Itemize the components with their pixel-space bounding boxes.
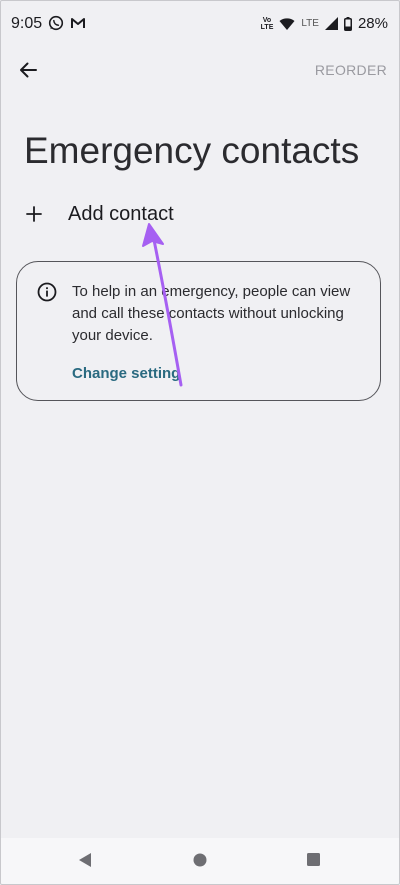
gmail-icon bbox=[71, 18, 85, 28]
nav-home-icon[interactable] bbox=[192, 852, 208, 868]
status-bar: 9:05 Vo LTE LTE 28% bbox=[0, 0, 400, 50]
page-title: Emergency contacts bbox=[24, 130, 360, 171]
nav-back-icon[interactable] bbox=[77, 852, 93, 868]
battery-icon bbox=[343, 16, 352, 31]
nav-recents-icon[interactable] bbox=[306, 852, 321, 867]
battery-percent: 28% bbox=[357, 15, 388, 32]
volte-indicator: Vo LTE bbox=[261, 17, 274, 31]
network-type: LTE bbox=[301, 18, 319, 29]
reorder-button[interactable]: REORDER bbox=[315, 62, 387, 78]
info-card-text: To help in an emergency, people can view… bbox=[72, 283, 351, 344]
arrow-back-icon bbox=[20, 62, 37, 78]
change-setting-link[interactable]: Change setting bbox=[72, 365, 180, 382]
signal-icon bbox=[324, 17, 338, 30]
volte-bottom-text: LTE bbox=[260, 23, 274, 31]
back-button[interactable] bbox=[14, 56, 42, 84]
info-icon bbox=[37, 282, 57, 302]
whatsapp-icon bbox=[48, 15, 64, 31]
status-notification-icons bbox=[48, 15, 86, 31]
volte-top-text: Vo bbox=[262, 16, 272, 24]
info-card: To help in an emergency, people can view… bbox=[16, 261, 381, 401]
wifi-icon bbox=[279, 17, 295, 30]
plus-icon bbox=[22, 202, 46, 226]
add-contact-button[interactable]: Add contact bbox=[22, 198, 322, 230]
add-contact-label: Add contact bbox=[68, 202, 174, 225]
navigation-bar bbox=[0, 838, 400, 885]
status-time: 9:05 bbox=[11, 15, 43, 32]
status-system-icons: Vo LTE LTE 28% bbox=[261, 15, 388, 32]
